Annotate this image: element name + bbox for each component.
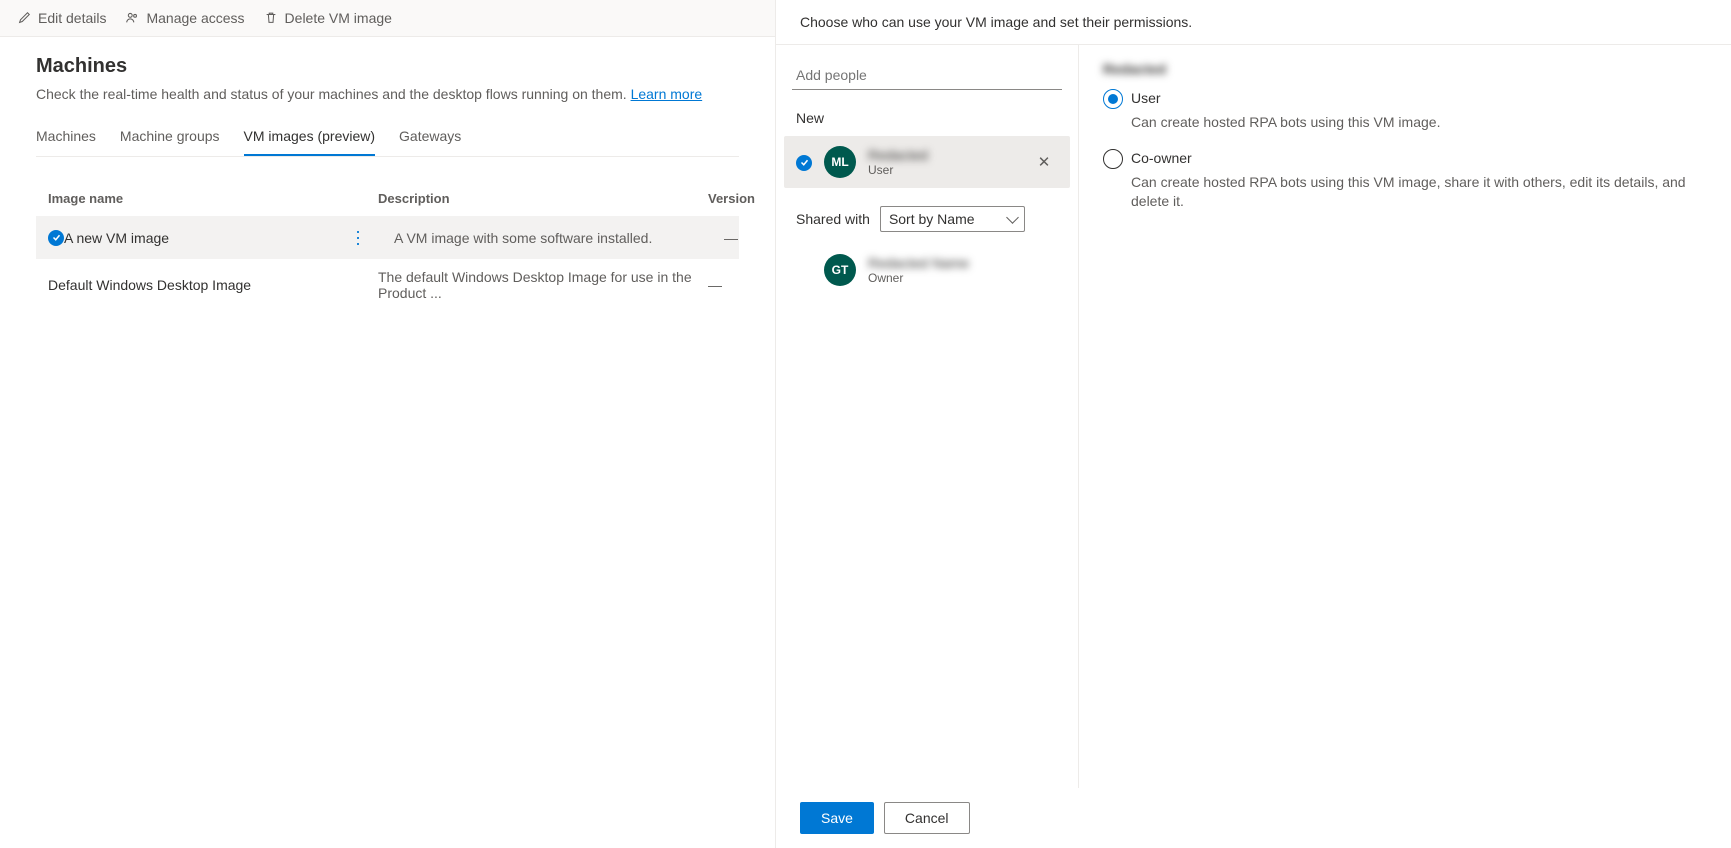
radio-user[interactable]: User	[1103, 89, 1707, 109]
radio-button-icon[interactable]	[1103, 89, 1123, 109]
tab-vm-images[interactable]: VM images (preview)	[244, 120, 375, 156]
table-row[interactable]: Default Windows Desktop Image The defaul…	[36, 258, 739, 311]
panel-footer: Save Cancel	[776, 788, 1731, 848]
permissions-column: Redacted User Can create hosted RPA bots…	[1078, 45, 1731, 788]
col-header-desc[interactable]: Description	[378, 191, 708, 206]
shared-with-label: Shared with	[796, 211, 870, 227]
avatar: ML	[824, 146, 856, 178]
tab-gateways[interactable]: Gateways	[399, 120, 461, 156]
table-header: Image name Description Version	[36, 181, 739, 216]
pencil-icon	[16, 10, 32, 26]
tabs: Machines Machine groups VM images (previ…	[36, 120, 739, 157]
person-role: Owner	[868, 271, 1058, 285]
row-name: A new VM image	[64, 230, 169, 246]
tab-machines[interactable]: Machines	[36, 120, 96, 156]
edit-details-button[interactable]: Edit details	[16, 10, 106, 26]
vm-images-table: Image name Description Version A new VM …	[36, 181, 739, 311]
shared-with-row: Shared with Sort by Name	[796, 206, 1058, 232]
manage-access-label: Manage access	[146, 10, 244, 26]
radio-button-icon[interactable]	[1103, 149, 1123, 169]
row-desc: A VM image with some software installed.	[394, 230, 724, 246]
person-name: Redacted	[868, 147, 1018, 163]
radio-desc: Can create hosted RPA bots using this VM…	[1131, 173, 1707, 212]
radio-coowner[interactable]: Co-owner	[1103, 149, 1707, 169]
cancel-button[interactable]: Cancel	[884, 802, 970, 834]
save-button[interactable]: Save	[800, 802, 874, 834]
tab-machine-groups[interactable]: Machine groups	[120, 120, 220, 156]
radio-desc: Can create hosted RPA bots using this VM…	[1131, 113, 1707, 133]
people-icon	[124, 10, 140, 26]
radio-label: User	[1131, 89, 1161, 106]
edit-details-label: Edit details	[38, 10, 106, 26]
panel-intro: Choose who can use your VM image and set…	[776, 0, 1731, 44]
delete-vm-label: Delete VM image	[285, 10, 392, 26]
panel-body: New ML Redacted User ✕ Shared with	[776, 44, 1731, 788]
row-name: Default Windows Desktop Image	[48, 277, 251, 293]
trash-icon	[263, 10, 279, 26]
new-section-label: New	[796, 110, 1058, 126]
avatar: GT	[824, 254, 856, 286]
toolbar: Edit details Manage access Delete VM ima…	[0, 0, 775, 37]
table-row[interactable]: A new VM image ⋯ A VM image with some so…	[36, 216, 739, 258]
learn-more-link[interactable]: Learn more	[631, 86, 703, 102]
page-body: Machines Check the real-time health and …	[0, 37, 775, 329]
people-column: New ML Redacted User ✕ Shared with	[776, 45, 1078, 788]
page-title: Machines	[36, 55, 739, 78]
person-row-new[interactable]: ML Redacted User ✕	[784, 136, 1070, 188]
manage-access-button[interactable]: Manage access	[124, 10, 244, 26]
more-icon[interactable]: ⋯	[347, 225, 368, 250]
add-people-input[interactable]	[792, 61, 1062, 90]
person-row-shared[interactable]: GT Redacted Name Owner	[784, 244, 1070, 296]
delete-vm-button[interactable]: Delete VM image	[263, 10, 392, 26]
permissions-heading: Redacted	[1103, 61, 1166, 77]
checkmark-icon[interactable]	[48, 230, 64, 246]
main-area: Edit details Manage access Delete VM ima…	[0, 0, 776, 848]
row-desc: The default Windows Desktop Image for us…	[378, 269, 708, 301]
close-icon[interactable]: ✕	[1030, 153, 1058, 171]
page-subtitle: Check the real-time health and status of…	[36, 86, 739, 102]
col-header-name[interactable]: Image name	[48, 191, 378, 206]
person-name: Redacted Name	[868, 255, 1058, 271]
subtitle-text: Check the real-time health and status of…	[36, 86, 631, 102]
person-role: User	[868, 163, 1018, 177]
radio-label: Co-owner	[1131, 149, 1192, 166]
checkmark-icon[interactable]	[796, 155, 812, 171]
share-panel: Choose who can use your VM image and set…	[776, 0, 1731, 848]
sort-select[interactable]: Sort by Name	[880, 206, 1025, 232]
